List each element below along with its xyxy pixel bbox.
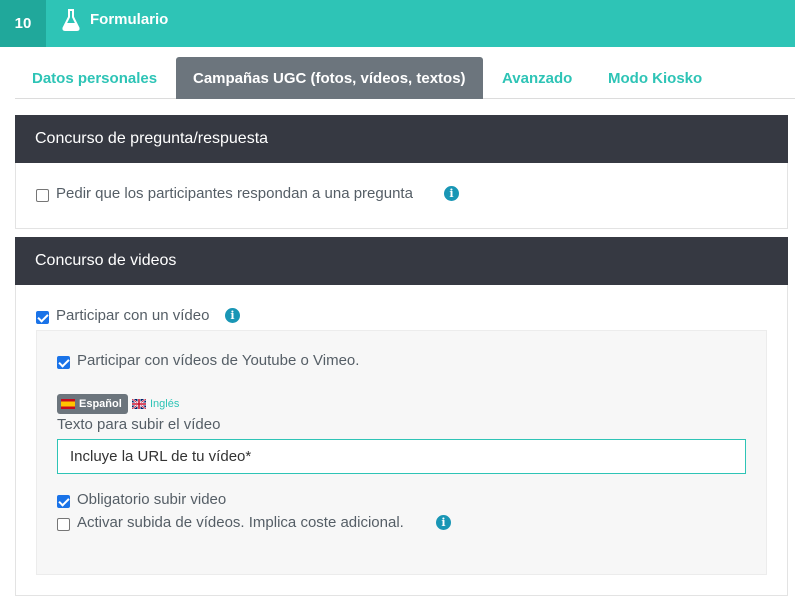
uk-flag-icon [132,399,146,409]
flask-icon [62,9,80,31]
participate-video-label: Participar con un vídeo [56,307,210,324]
youtube-vimeo-label: Participar con vídeos de Youtube o Vimeo… [77,352,360,369]
youtube-vimeo-checkbox[interactable] [57,356,70,369]
step-number: 10 [0,0,46,47]
ask-question-checkbox[interactable] [36,189,49,202]
info-icon[interactable]: i [225,308,240,323]
ask-question-label: Pedir que los participantes respondan a … [56,185,413,202]
required-upload-checkbox[interactable] [57,495,70,508]
tab-campanas-ugc[interactable]: Campañas UGC (fotos, vídeos, textos) [176,57,483,99]
language-tab-english[interactable]: Inglés [132,394,179,414]
required-upload-label: Obligatorio subir video [77,491,227,508]
info-icon[interactable]: i [436,515,451,530]
tab-datos-personales[interactable]: Datos personales [15,57,174,99]
upload-text-input[interactable]: Incluye la URL de tu vídeo* [57,439,746,474]
language-tab-spanish[interactable]: Español [57,394,128,414]
tab-bar: Datos personales Campañas UGC (fotos, ví… [15,57,795,99]
language-label-english: Inglés [150,398,180,410]
enable-upload-checkbox[interactable] [57,518,70,531]
upload-text-label: Texto para subir el vídeo [57,416,221,433]
participate-video-checkbox[interactable] [36,311,49,324]
info-icon[interactable]: i [444,186,459,201]
spain-flag-icon [61,399,75,409]
video-section-header: Concurso de videos [15,237,788,285]
qa-section-header: Concurso de pregunta/respuesta [15,115,788,163]
language-label-spanish: Español [79,398,122,410]
tab-modo-kiosko[interactable]: Modo Kiosko [591,57,719,99]
top-bar: 10 Formulario [0,0,795,47]
enable-upload-label: Activar subida de vídeos. Implica coste … [77,514,404,531]
tab-avanzado[interactable]: Avanzado [485,57,589,99]
form-title: Formulario [90,11,169,28]
